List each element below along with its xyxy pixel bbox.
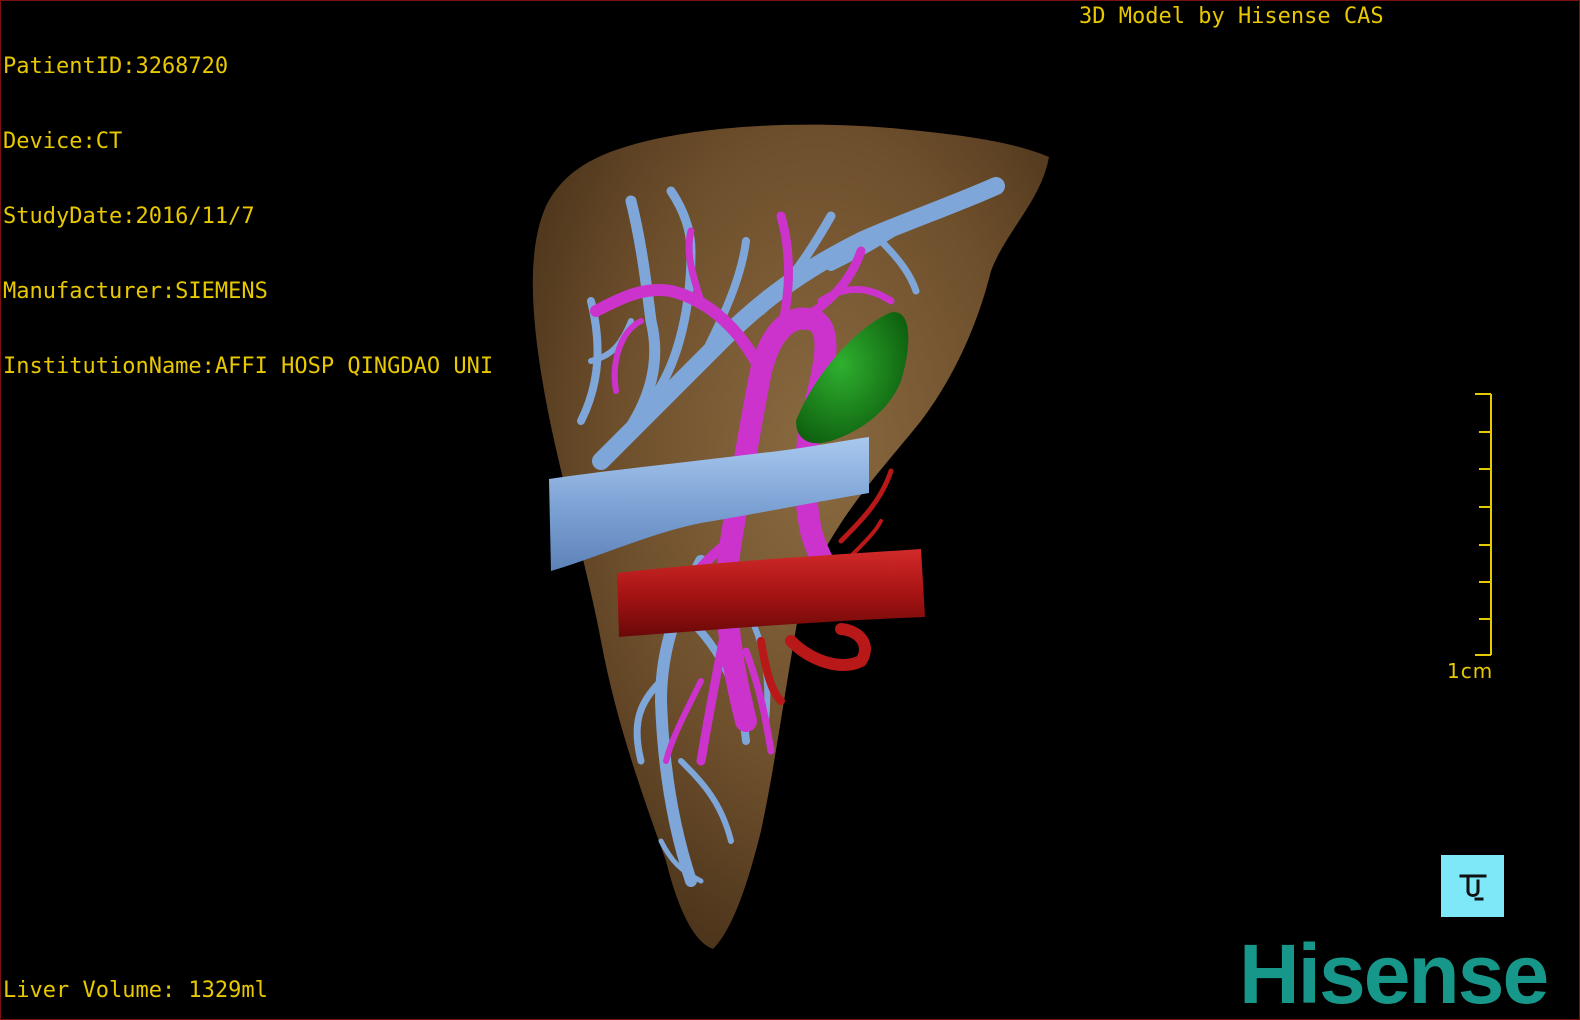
orientation-button[interactable] [1441, 855, 1504, 917]
institution-name-text: InstitutionName:AFFI HOSP QINGDAO UNI [3, 354, 494, 379]
liver-volume-text: Liver Volume: 1329ml [3, 978, 268, 1003]
manufacturer-text: Manufacturer:SIEMENS [3, 279, 268, 304]
orientation-cube-icon [1459, 874, 1486, 901]
scale-bar-label: 1cm [1447, 659, 1494, 683]
device-text: Device:CT [3, 129, 123, 154]
hisense-logo: Hisense [1239, 927, 1549, 1020]
3d-viewer-viewport[interactable]: PatientID:3268720 Device:CT StudyDate:20… [0, 0, 1580, 1020]
study-date-text: StudyDate:2016/11/7 [3, 204, 255, 229]
model-credit-label: 3D Model by Hisense CAS [1079, 4, 1384, 29]
patient-id-text: PatientID:3268720 [3, 54, 229, 79]
scale-bar [1475, 393, 1492, 656]
patient-info-overlay: PatientID:3268720 Device:CT StudyDate:20… [3, 4, 493, 429]
